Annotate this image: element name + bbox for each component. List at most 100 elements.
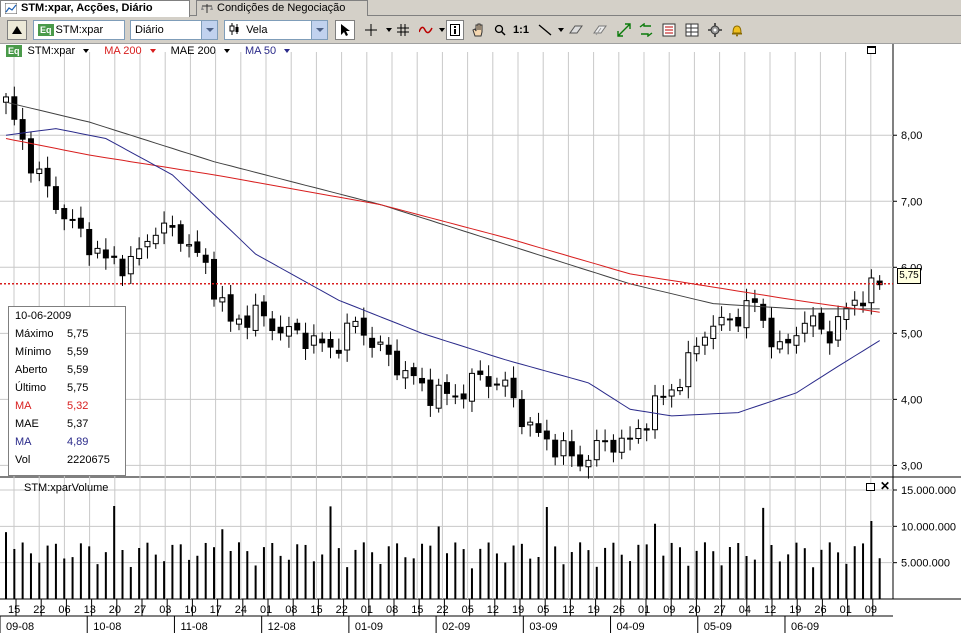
time-month-label: 01-09 xyxy=(355,621,383,633)
candle-body xyxy=(668,389,675,397)
volume-panel-title: STM:xparVolume xyxy=(24,482,109,494)
time-month-label: 11-08 xyxy=(180,621,207,633)
candle-body xyxy=(568,441,575,457)
candle-body xyxy=(227,294,234,322)
tab-chart[interactable]: STM:xpar, Acções, Diário xyxy=(0,0,190,17)
settings-button[interactable] xyxy=(705,20,725,40)
candle-body xyxy=(751,298,758,303)
chevron-down-icon xyxy=(149,49,156,54)
time-day-label: 13 xyxy=(84,604,96,616)
magnifier-icon xyxy=(494,24,506,36)
candle-body xyxy=(244,315,251,328)
candle-body xyxy=(793,335,800,346)
zoom-reset-button[interactable]: 1:1 xyxy=(511,20,531,40)
volume-tick-label: 5.000.000 xyxy=(901,558,950,570)
candle-body xyxy=(394,350,401,376)
alert-button[interactable] xyxy=(727,20,747,40)
crosshair-tool-button[interactable] xyxy=(360,20,382,40)
indicators-button[interactable] xyxy=(416,20,436,40)
candle-body xyxy=(3,96,9,103)
equity-icon: Eq xyxy=(38,24,54,36)
time-month-label: 12-08 xyxy=(268,621,296,633)
data-window-row: Máximo 5,75 xyxy=(9,325,125,343)
table-button[interactable] xyxy=(682,20,702,40)
chart-style-select[interactable]: Vela xyxy=(224,20,328,40)
candle-body xyxy=(385,344,392,355)
tab-trading-conditions[interactable]: Condições de Negociação xyxy=(196,0,368,16)
zoom-button[interactable] xyxy=(490,20,510,40)
grid-button[interactable] xyxy=(393,20,413,40)
data-window: 10-06-2009 Máximo 5,75 Mínimo 5,59 Aberto 5,5… xyxy=(8,306,126,476)
candle-body xyxy=(835,316,842,341)
data-window-row: Último 5,75 xyxy=(9,379,125,397)
clear-button[interactable] xyxy=(590,20,610,40)
candle-body xyxy=(352,320,359,327)
time-month-label: 02-09 xyxy=(442,621,470,633)
restore-volume-panel-button[interactable] xyxy=(866,483,875,491)
eraser-button[interactable] xyxy=(566,20,586,40)
candle-body xyxy=(194,241,201,253)
candle-body xyxy=(360,317,367,336)
candle-body xyxy=(369,337,376,348)
time-day-label: 19 xyxy=(512,604,524,616)
chevron-down-icon xyxy=(386,28,392,33)
candle-body xyxy=(577,454,584,467)
legend-mae200[interactable]: MAE 200 xyxy=(171,45,236,57)
pointer-tool-button[interactable] xyxy=(335,20,355,40)
chart-area[interactable]: 8,007,006,005,004,003,0015.000.00010.000… xyxy=(0,44,961,633)
line-tool-dropdown[interactable] xyxy=(555,20,565,40)
list-button[interactable] xyxy=(659,20,679,40)
candle-body xyxy=(627,437,634,440)
volume-tick-label: 15.000.000 xyxy=(901,485,956,497)
time-day-label: 12 xyxy=(487,604,499,616)
indicators-dropdown[interactable] xyxy=(436,20,446,40)
candle-body xyxy=(527,421,534,426)
compare-button[interactable] xyxy=(636,20,656,40)
time-month-label: 03-09 xyxy=(529,621,557,633)
time-day-label: 08 xyxy=(285,604,297,616)
wave-icon xyxy=(418,26,433,34)
candle-body xyxy=(460,393,467,400)
symbol-field[interactable]: Eq STM:xpar xyxy=(33,20,125,40)
legend-ma200[interactable]: MA 200 xyxy=(104,45,161,57)
time-day-label: 26 xyxy=(613,604,625,616)
candle-body xyxy=(219,297,226,303)
period-select[interactable]: Diário xyxy=(130,20,218,40)
data-window-row: MA 5,32 xyxy=(9,397,125,415)
crosshair-dropdown[interactable] xyxy=(383,20,393,40)
candle-body xyxy=(693,345,700,355)
price-chart[interactable]: 8,007,006,005,004,003,0015.000.00010.000… xyxy=(0,44,961,633)
data-window-row: MAE 5,37 xyxy=(9,415,125,433)
hand-tool-button[interactable] xyxy=(468,20,488,40)
legend-ma50[interactable]: MA 50 xyxy=(245,45,296,57)
candle-body xyxy=(285,326,292,337)
candle-body xyxy=(77,217,84,229)
candle-body xyxy=(452,395,459,398)
chevron-down-icon xyxy=(83,49,90,54)
maximize-price-panel-button[interactable] xyxy=(867,46,876,54)
close-volume-panel-button[interactable]: ✕ xyxy=(880,480,890,492)
scale-button[interactable] xyxy=(614,20,634,40)
scroll-up-button[interactable] xyxy=(7,20,27,40)
candle-body xyxy=(202,254,209,263)
candle-body xyxy=(585,459,592,468)
candle-body xyxy=(518,398,525,428)
legend-symbol[interactable]: STM:xpar xyxy=(28,45,96,57)
time-day-label: 27 xyxy=(714,604,726,616)
data-window-value: 2220675 xyxy=(67,454,110,466)
info-button[interactable] xyxy=(446,20,464,40)
data-window-label: MA xyxy=(15,400,32,412)
candle-body xyxy=(826,331,833,344)
line-tool-button[interactable] xyxy=(535,20,555,40)
time-month-label: 09-08 xyxy=(6,621,34,633)
time-day-label: 15 xyxy=(310,604,322,616)
time-day-label: 01 xyxy=(361,604,373,616)
time-day-label: 22 xyxy=(436,604,448,616)
grid-icon xyxy=(397,24,409,36)
price-tick-label: 3,00 xyxy=(901,460,922,472)
candle-body xyxy=(44,167,51,187)
candle-body xyxy=(776,341,783,350)
chevron-down-icon xyxy=(201,21,217,39)
candle-body xyxy=(468,372,475,402)
compare-icon xyxy=(639,22,653,38)
